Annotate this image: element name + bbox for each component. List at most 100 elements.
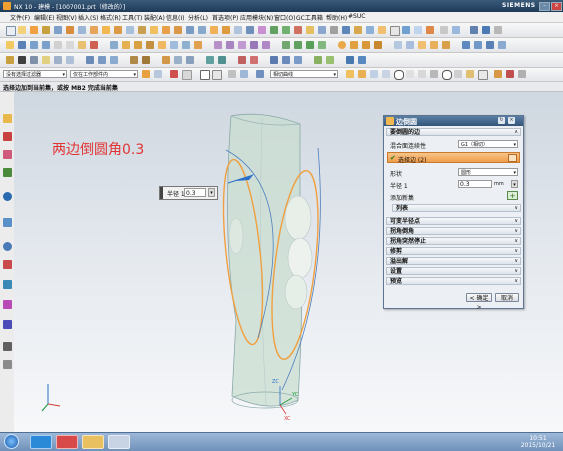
section-trim[interactable]: 修剪 ∨ [386, 247, 521, 255]
intersect-icon[interactable] [174, 26, 182, 34]
menu-analysis[interactable]: 分析(L) [188, 13, 208, 22]
select-all-icon[interactable] [154, 70, 162, 78]
curve-rule-dropdown[interactable]: 相切曲线 [270, 70, 338, 78]
menu-format[interactable]: 格式(R) [100, 13, 121, 22]
shaded-icon[interactable] [378, 26, 386, 34]
offset-face-icon[interactable] [210, 26, 218, 34]
component-icon[interactable] [474, 41, 482, 49]
settings-icon[interactable] [494, 26, 502, 34]
analysis-icon[interactable] [470, 26, 478, 34]
wireframe-icon[interactable] [390, 26, 400, 36]
web-browser-icon[interactable] [3, 218, 12, 227]
cam-icon[interactable] [270, 56, 278, 64]
menu-window[interactable]: 窗口(O) [274, 13, 295, 22]
routing-icon[interactable] [206, 56, 214, 64]
sphere-icon[interactable] [338, 41, 346, 49]
redo-icon[interactable] [42, 41, 50, 49]
sketch-icon[interactable] [18, 26, 26, 34]
motion-icon[interactable] [238, 56, 246, 64]
section-corner-stop[interactable]: 拐角突然停止 ∨ [386, 237, 521, 245]
blend-face-icon[interactable] [158, 41, 166, 49]
snap-settings-icon[interactable] [518, 70, 526, 78]
menu-preferences[interactable]: 首选项(P) [212, 13, 238, 22]
draft-view-icon[interactable] [86, 56, 94, 64]
block-icon[interactable] [362, 41, 370, 49]
edge-blend-icon[interactable] [102, 26, 110, 34]
dimension-icon[interactable] [30, 56, 38, 64]
check-mate-icon[interactable] [314, 56, 322, 64]
menu-assembly[interactable]: 装配(A) [144, 13, 165, 22]
rect-select-icon[interactable] [200, 70, 210, 80]
snap-on-curve-icon[interactable] [418, 70, 426, 78]
start-button[interactable] [4, 434, 19, 449]
palette-icon[interactable] [3, 360, 12, 369]
project-curve-icon[interactable] [306, 41, 314, 49]
general-select-icon[interactable] [142, 70, 150, 78]
pad-icon[interactable] [90, 26, 98, 34]
datum-plane-icon[interactable] [122, 41, 130, 49]
menu-edit[interactable]: 编辑(E) [34, 13, 54, 22]
reset-icon[interactable]: ↻ [498, 117, 505, 124]
hole-icon[interactable] [54, 26, 62, 34]
mold-icon[interactable] [162, 56, 170, 64]
menu-help[interactable]: 帮助(H) [326, 13, 347, 22]
process-studio-icon[interactable] [3, 280, 12, 289]
replace-face-icon[interactable] [442, 41, 450, 49]
open-icon[interactable] [6, 41, 14, 49]
draft-icon[interactable] [138, 26, 146, 34]
teamcenter-icon[interactable] [346, 56, 354, 64]
cone-icon[interactable] [374, 41, 382, 49]
split-body-icon[interactable] [198, 26, 206, 34]
roles-icon[interactable] [3, 320, 12, 329]
bridge-icon[interactable] [250, 41, 258, 49]
explode-icon[interactable] [498, 41, 506, 49]
minimize-button[interactable]: – [539, 2, 550, 11]
copy-icon[interactable] [66, 41, 74, 49]
point-icon[interactable] [110, 41, 118, 49]
mirror-icon[interactable] [234, 26, 242, 34]
menu-application[interactable]: 应用模块(N) [240, 13, 273, 22]
studio-surface-icon[interactable] [262, 41, 270, 49]
sheet-metal-icon[interactable] [174, 56, 182, 64]
menu-tools[interactable]: 工具(T) [122, 13, 142, 22]
pencil-icon[interactable] [6, 56, 14, 64]
selection-filter-dropdown[interactable]: 没有选择过滤器 [3, 70, 67, 78]
revolve-icon[interactable] [42, 26, 50, 34]
unite-icon[interactable] [150, 26, 158, 34]
wcs-icon[interactable] [330, 26, 338, 34]
quick-pick-icon[interactable] [228, 70, 236, 78]
sew-icon[interactable] [182, 41, 190, 49]
snap-endpoint-icon[interactable] [346, 70, 354, 78]
shape-dropdown[interactable]: 圆形 [458, 168, 518, 176]
highlight-icon[interactable] [240, 70, 248, 78]
feature-select-icon[interactable] [170, 70, 178, 78]
menu-gc-toolkit[interactable]: GC工具箱 [296, 13, 323, 22]
snap-bounded-icon[interactable] [478, 70, 488, 80]
select-edge-row[interactable]: ✔ 选择边 (2) [387, 152, 520, 164]
onscreen-radius-input[interactable]: 半径 1 0.3 ▾ [159, 186, 218, 200]
line-icon[interactable] [282, 41, 290, 49]
swept-icon[interactable] [226, 41, 234, 49]
part-navigator-icon[interactable] [3, 150, 12, 159]
close-button[interactable]: × [551, 2, 562, 11]
cancel-button[interactable]: 取消 [495, 293, 519, 302]
snap-clear-icon[interactable] [506, 70, 514, 78]
add-set-icon[interactable]: + [507, 191, 518, 200]
selection-scope-dropdown[interactable]: 仅在工作部件内 [70, 70, 138, 78]
pattern-icon[interactable] [222, 26, 230, 34]
datum-axis-icon[interactable] [134, 41, 142, 49]
assembly-icon[interactable] [462, 41, 470, 49]
menu-suc[interactable]: #SUC [348, 13, 365, 20]
chamfer-icon[interactable] [114, 26, 122, 34]
note-icon[interactable] [42, 56, 50, 64]
radius-dropdown-icon[interactable]: ▾ [208, 188, 215, 197]
taskbar-app-nx-icon[interactable] [56, 435, 78, 449]
cube-view-icon[interactable] [482, 26, 490, 34]
section-overflow[interactable]: 溢出解 ∨ [386, 257, 521, 265]
snap-on-face-icon[interactable] [466, 70, 474, 78]
snap-midpoint-icon[interactable] [358, 70, 366, 78]
section-corner-setback[interactable]: 拐角倒角 ∨ [386, 227, 521, 235]
section-preview[interactable]: 预览 ∨ [386, 277, 521, 285]
snap-center-icon[interactable] [394, 70, 404, 80]
radius-1-input[interactable]: 0.3 [458, 180, 492, 188]
